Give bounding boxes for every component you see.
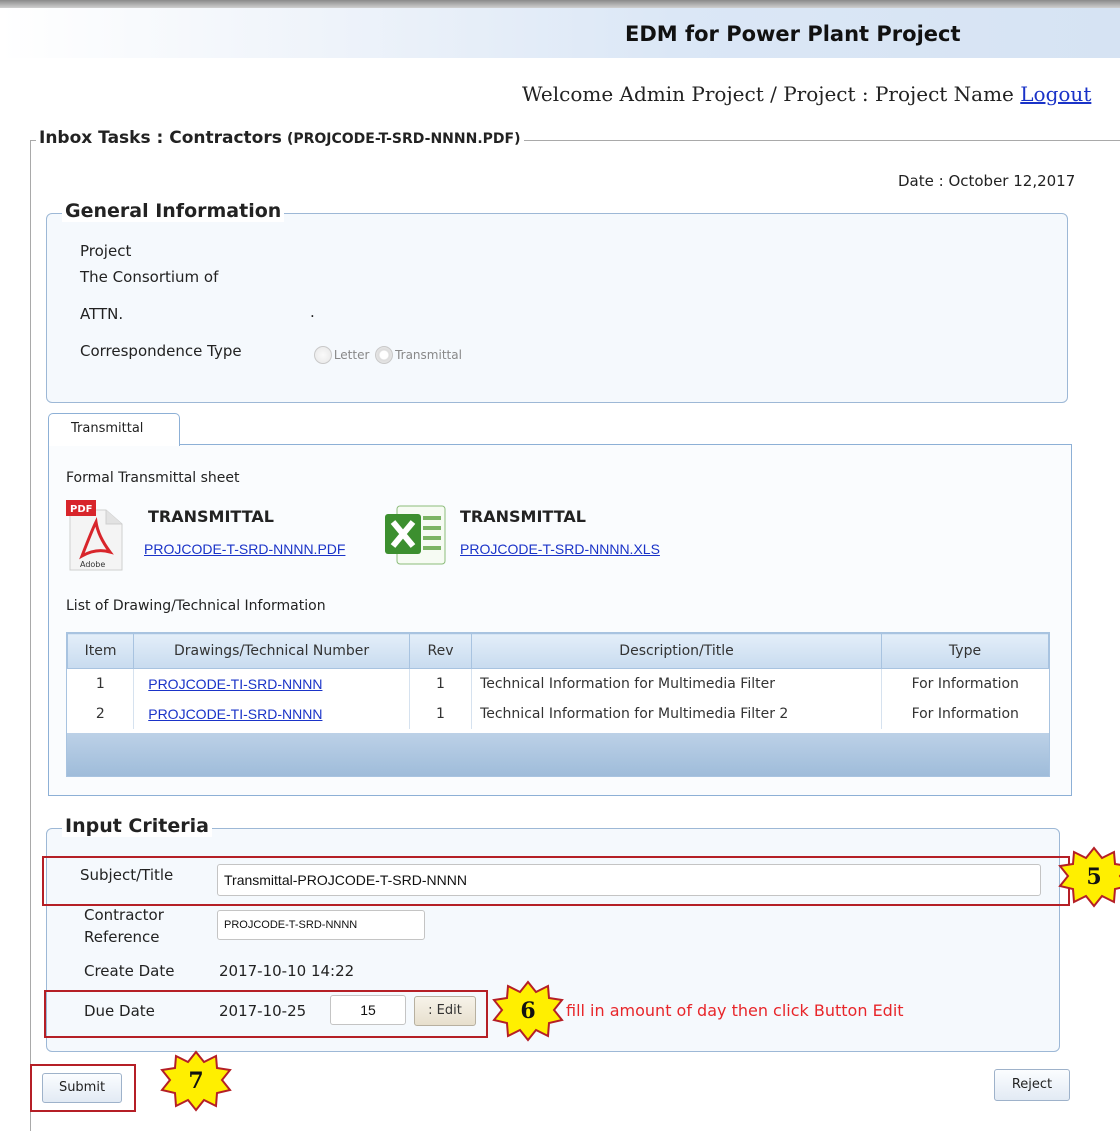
letter-radio-label: Letter <box>333 348 370 362</box>
drawing-number-link[interactable]: PROJCODE-TI-SRD-NNNN <box>148 676 322 692</box>
inbox-tasks-title: Inbox Tasks : Contractors <box>39 128 282 148</box>
drawing-number-link[interactable]: PROJCODE-TI-SRD-NNNN <box>148 706 322 722</box>
drawing-table: Item Drawings/Technical Number Rev Descr… <box>66 633 1049 729</box>
callout-number-5: 5 <box>1086 864 1102 890</box>
callout-burst-5: 5 <box>1058 846 1120 908</box>
inbox-file-name: (PROJCODE-T-SRD-NNNN.PDF) <box>286 131 521 147</box>
transmittal-radio[interactable] <box>375 346 394 364</box>
cell-number: PROJCODE-TI-SRD-NNNN <box>133 668 410 699</box>
cell-type: For Information <box>881 699 1049 729</box>
edit-due-date-button[interactable]: : Edit <box>414 996 476 1026</box>
xls-transmittal-title: TRANSMITTAL <box>460 507 586 526</box>
callout-number-6: 6 <box>520 998 536 1024</box>
column-header-item: Item <box>66 633 135 669</box>
subject-title-input[interactable] <box>217 864 1041 896</box>
due-date-hint: fill in amount of day then click Button … <box>566 1001 904 1020</box>
transmittal-radio-label: Transmittal <box>395 348 462 362</box>
pdf-file-icon[interactable]: PDF Adobe <box>66 500 136 571</box>
callout-number-7: 7 <box>188 1068 204 1094</box>
attn-value: . <box>310 303 315 321</box>
submit-button[interactable]: Submit <box>42 1073 122 1103</box>
tab-transmittal[interactable]: Transmittal <box>48 413 180 446</box>
window-top-bar <box>0 0 1120 8</box>
formal-transmittal-sheet-label: Formal Transmittal sheet <box>66 470 240 486</box>
letter-radio[interactable] <box>314 346 332 364</box>
contractor-reference-input[interactable] <box>217 910 425 940</box>
app-title: EDM for Power Plant Project <box>625 22 961 46</box>
pdf-transmittal-title: TRANSMITTAL <box>148 507 274 526</box>
logout-link[interactable]: Logout <box>1020 82 1091 106</box>
column-header-description: Description/Title <box>471 633 882 669</box>
consortium-label: The Consortium of <box>80 268 219 286</box>
cell-description: Technical Information for Multimedia Fil… <box>471 699 882 729</box>
welcome-bar: Welcome Admin Project / Project : Projec… <box>522 82 1091 106</box>
column-header-rev: Rev <box>408 633 473 669</box>
excel-file-icon[interactable] <box>383 502 449 565</box>
due-date-value: 2017-10-25 <box>219 1002 307 1020</box>
correspondence-type-label: Correspondence Type <box>80 342 242 360</box>
inbox-tasks-legend: Inbox Tasks : Contractors (PROJCODE-T-SR… <box>36 128 524 148</box>
pdf-transmittal-link[interactable]: PROJCODE-T-SRD-NNNN.PDF <box>144 541 345 557</box>
adobe-text: Adobe <box>80 560 105 569</box>
cell-description: Technical Information for Multimedia Fil… <box>471 668 882 699</box>
column-header-number: Drawings/Technical Number <box>133 633 410 669</box>
drawing-table-container: Item Drawings/Technical Number Rev Descr… <box>66 632 1050 777</box>
pdf-badge-text: PDF <box>70 504 92 515</box>
table-row: 2 PROJCODE-TI-SRD-NNNN 1 Technical Infor… <box>67 699 1049 729</box>
contractor-reference-label-line2: Reference <box>84 928 160 946</box>
create-date-value: 2017-10-10 14:22 <box>219 962 355 980</box>
table-header-row: Item Drawings/Technical Number Rev Descr… <box>66 633 1049 669</box>
cell-rev: 1 <box>408 668 472 699</box>
project-label: Project <box>80 242 132 260</box>
cell-number: PROJCODE-TI-SRD-NNNN <box>133 699 410 729</box>
drawing-list-label: List of Drawing/Technical Information <box>66 598 326 614</box>
callout-burst-7: 7 <box>160 1050 232 1112</box>
correspondence-type-options: Letter Transmittal <box>314 346 462 364</box>
column-header-type: Type <box>881 633 1049 669</box>
callout-burst-6: 6 <box>492 980 564 1042</box>
general-info-legend: General Information <box>62 200 285 222</box>
cell-item: 2 <box>67 699 134 729</box>
general-info-panel <box>46 213 1068 403</box>
table-footer-bar <box>67 733 1049 776</box>
welcome-text: Welcome Admin Project / Project : Projec… <box>522 82 1014 106</box>
create-date-label: Create Date <box>84 962 175 980</box>
contractor-reference-label-line1: Contractor <box>84 906 164 924</box>
cell-type: For Information <box>881 668 1049 699</box>
cell-rev: 1 <box>408 699 472 729</box>
due-days-input[interactable] <box>330 995 406 1025</box>
cell-item: 1 <box>67 668 134 699</box>
subject-title-label: Subject/Title <box>80 866 174 884</box>
tab-transmittal-label: Transmittal <box>71 421 144 436</box>
reject-button[interactable]: Reject <box>994 1069 1070 1101</box>
xls-transmittal-link[interactable]: PROJCODE-T-SRD-NNNN.XLS <box>460 541 660 557</box>
input-criteria-legend: Input Criteria <box>62 815 212 837</box>
attn-label: ATTN. <box>80 305 124 323</box>
date-label: Date : October 12,2017 <box>898 172 1076 190</box>
due-date-label: Due Date <box>84 1002 155 1020</box>
table-row: 1 PROJCODE-TI-SRD-NNNN 1 Technical Infor… <box>67 668 1049 699</box>
